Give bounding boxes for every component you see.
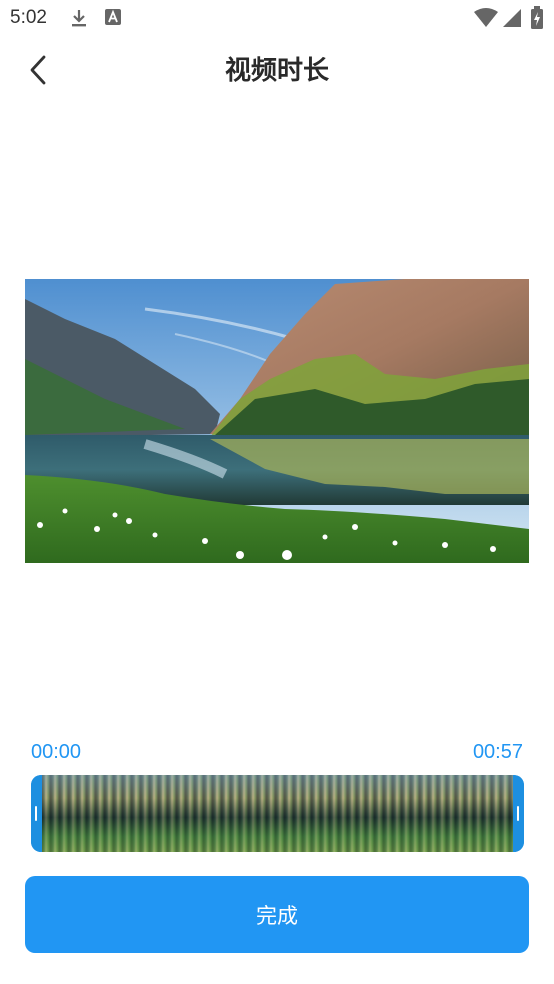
video-preview[interactable] (25, 279, 529, 563)
status-time: 5:02 (10, 7, 47, 28)
frame-strip (42, 775, 513, 852)
grip-icon (517, 806, 519, 821)
signal-icon (502, 8, 522, 32)
trim-start-handle[interactable] (31, 775, 42, 852)
status-bar: 5:02 (0, 0, 554, 36)
a-notification-icon (105, 8, 121, 30)
video-trimmer[interactable] (31, 775, 524, 852)
trim-start-time: 00:00 (31, 741, 82, 763)
wifi-icon (473, 8, 499, 32)
trim-end-handle[interactable] (513, 775, 524, 852)
download-icon (70, 8, 88, 32)
grip-icon (35, 806, 37, 821)
done-button[interactable]: 完成 (25, 876, 529, 953)
battery-icon (530, 6, 544, 34)
landscape-image (25, 279, 529, 563)
page-title: 视频时长 (224, 56, 329, 86)
trim-end-time: 00:57 (472, 741, 523, 763)
